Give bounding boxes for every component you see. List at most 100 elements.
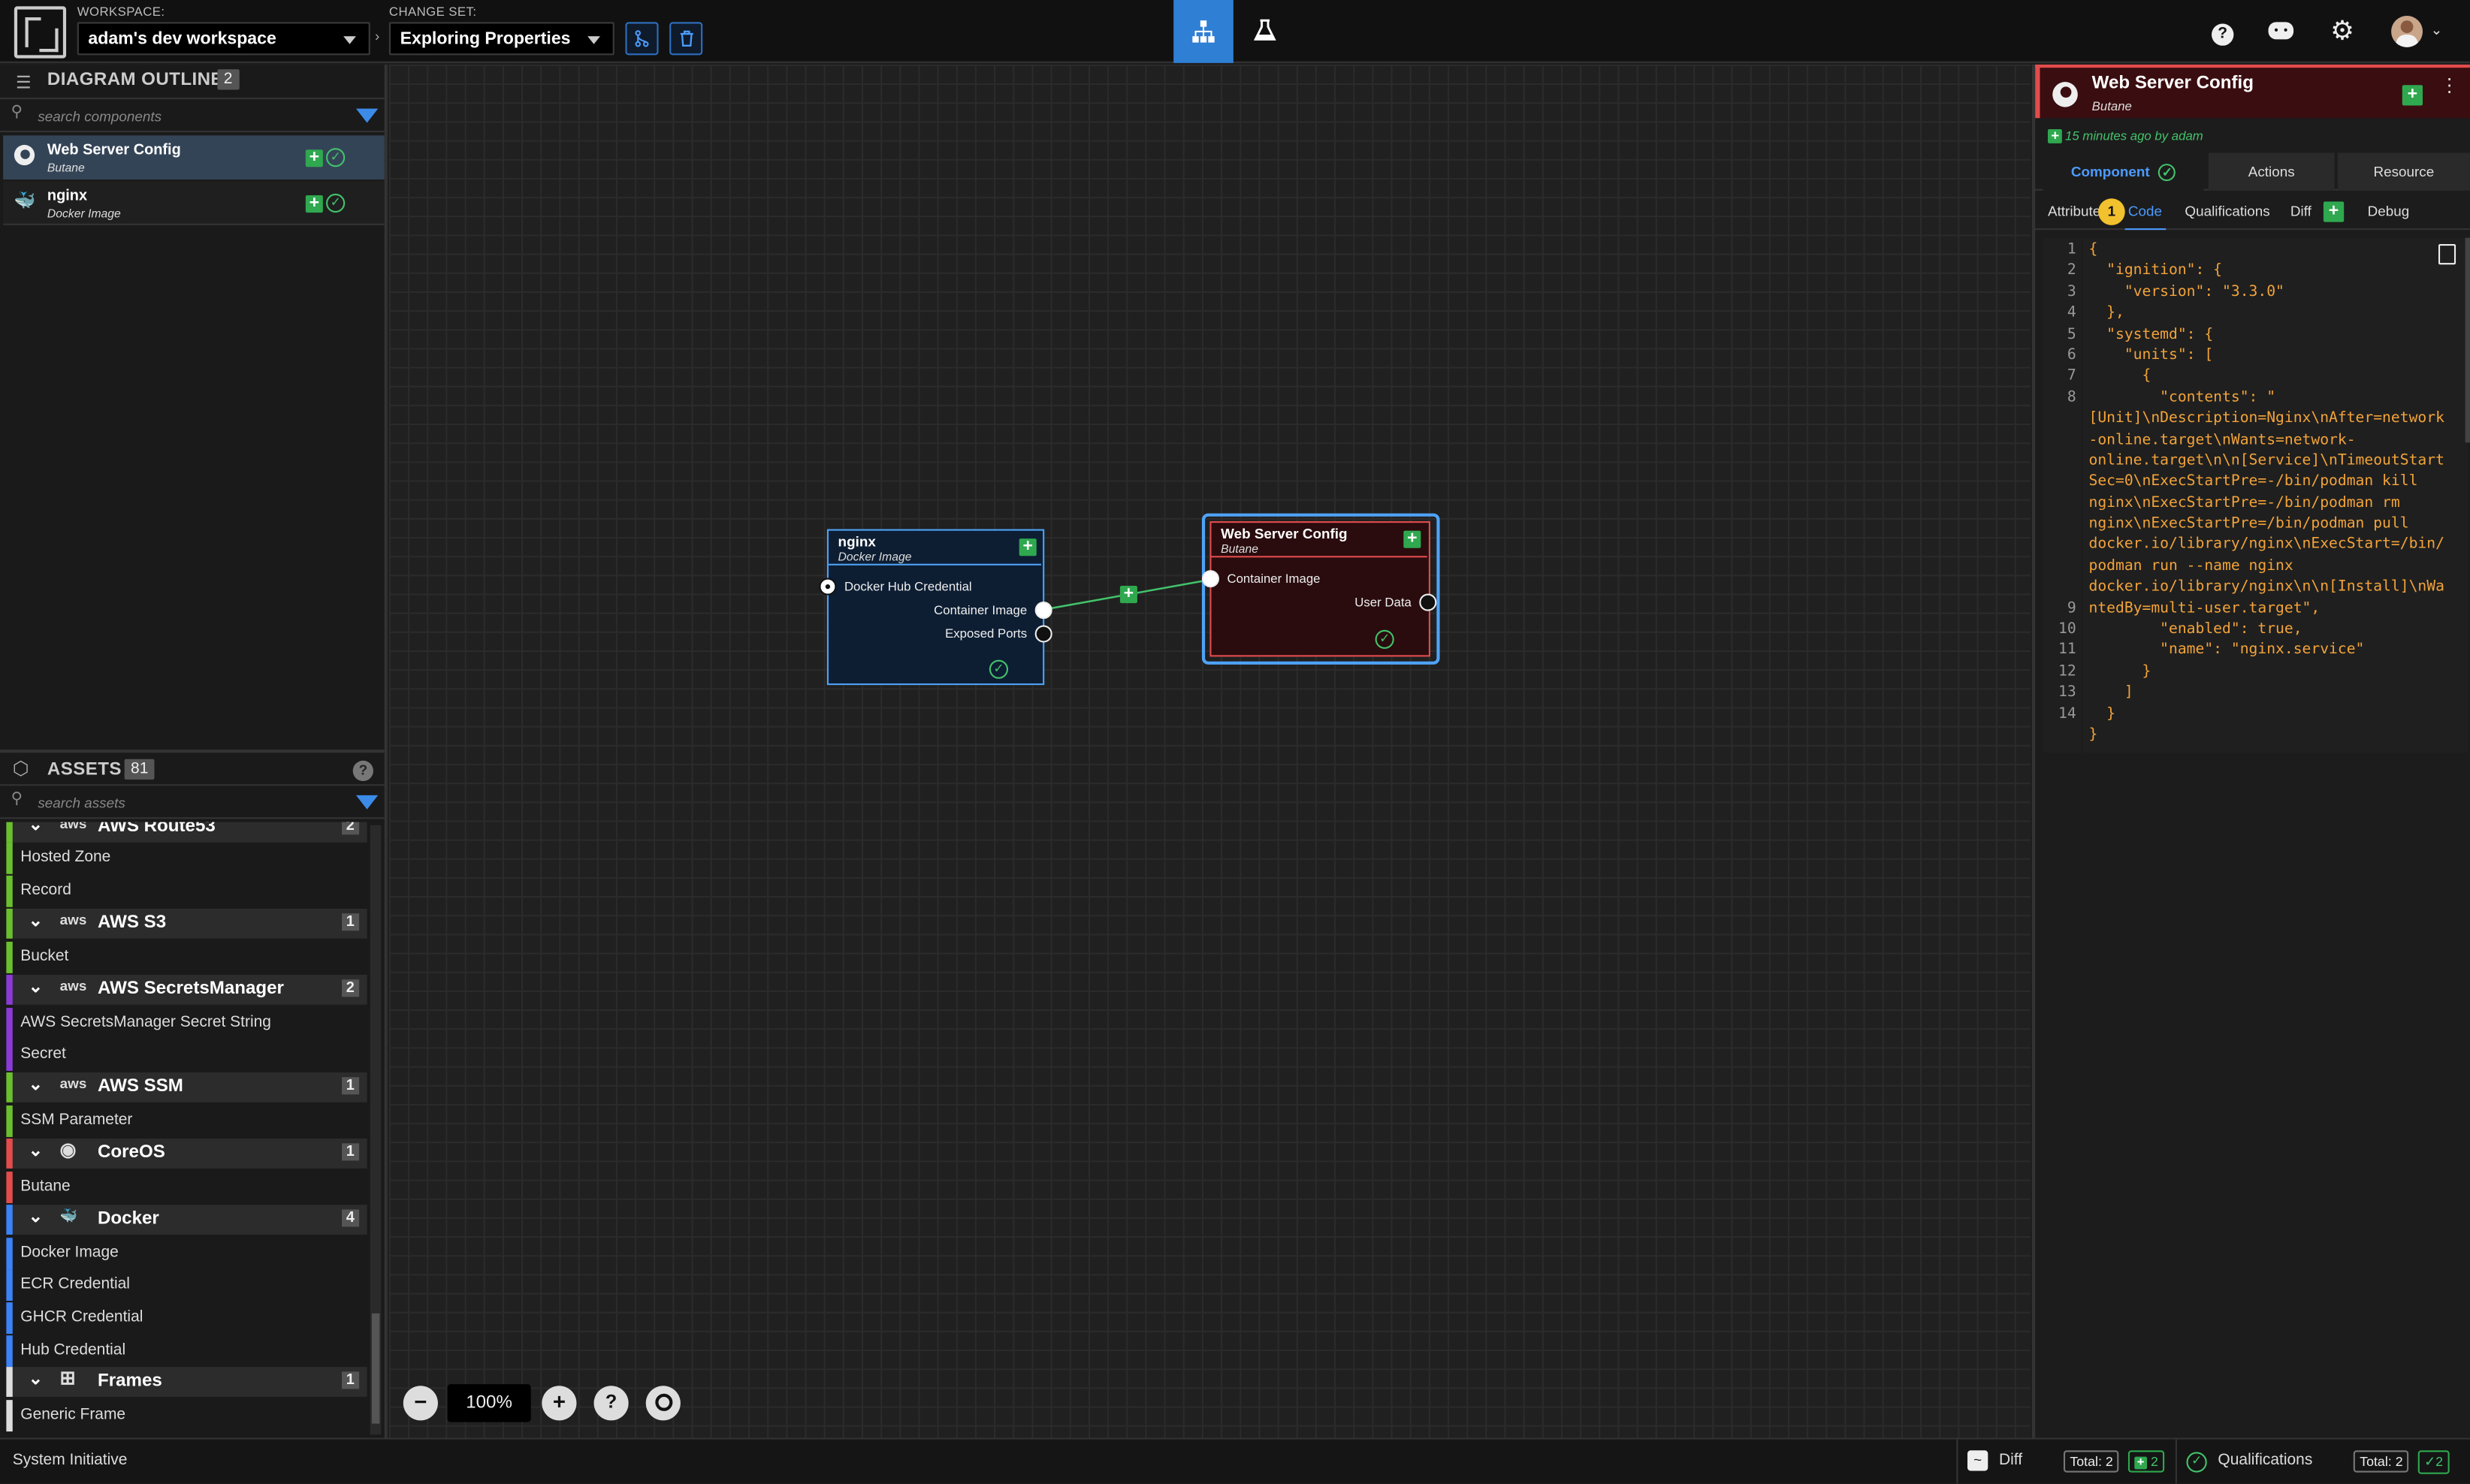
workspace-select[interactable]: adam's dev workspace: [77, 22, 370, 56]
asset-item[interactable]: Docker Image: [6, 1237, 367, 1269]
settings-button[interactable]: ⚙: [2327, 16, 2358, 47]
assets-search-input[interactable]: search assets: [38, 795, 125, 811]
tab-component[interactable]: Component ✓: [2043, 152, 2204, 191]
code-viewer[interactable]: { "ignition": { "version": "3.3.0" }, "s…: [2082, 237, 2468, 753]
line-number: 14: [2058, 704, 2076, 722]
node-nginx[interactable]: nginx Docker Image + Docker Hub Credenti…: [819, 529, 1052, 686]
asset-category-route53[interactable]: ⌄ aws AWS Route53 2: [6, 822, 367, 843]
code-line: "units": [: [2088, 346, 2214, 364]
socket-exposed-ports[interactable]: [1034, 625, 1052, 643]
zoom-in-button[interactable]: +: [542, 1386, 577, 1421]
diff-added-value: 2: [2151, 1453, 2158, 1470]
zoom-out-button[interactable]: −: [403, 1386, 438, 1421]
more-options-icon[interactable]: ⋮: [2440, 76, 2459, 95]
help-icon[interactable]: ?: [352, 760, 373, 782]
socket-user-data[interactable]: [1419, 593, 1437, 611]
line-number: 2: [2067, 261, 2076, 279]
copy-icon[interactable]: [2438, 244, 2456, 265]
diagram-canvas[interactable]: + nginx Docker Image + Docker Hub Creden…: [388, 64, 2031, 1438]
chevron-down-icon: ⌄: [28, 1075, 44, 1095]
code-line: "contents": ": [2088, 388, 2276, 406]
asset-item[interactable]: Generic Frame: [6, 1400, 367, 1432]
asset-item[interactable]: Hub Credential: [6, 1335, 367, 1367]
line-number: [2043, 472, 2076, 493]
qualifications-label[interactable]: Qualifications: [2218, 1452, 2312, 1469]
asset-category[interactable]: ⌄ aws AWS SecretsManager 2: [6, 974, 367, 1005]
help-button[interactable]: ?: [2207, 16, 2239, 47]
asset-category[interactable]: ⌄ ◉ CoreOS 1: [6, 1138, 367, 1169]
tab-actions[interactable]: Actions: [2208, 152, 2335, 191]
tab-resource[interactable]: Resource: [2337, 152, 2470, 191]
code-scrollbar[interactable]: [2465, 237, 2470, 443]
coreos-icon: [2052, 82, 2078, 107]
minimap-toggle-button[interactable]: [645, 1386, 681, 1421]
workspace-value: adam's dev workspace: [88, 29, 276, 50]
outline-search-input[interactable]: search components: [38, 109, 162, 125]
socket-container-image-in[interactable]: [1201, 570, 1220, 588]
asset-item[interactable]: GHCR Credential: [6, 1302, 367, 1334]
diff-icon: ~: [1967, 1450, 1988, 1471]
code-line: nginx\nExecStartPre=/bin/podman pull: [2088, 514, 2409, 532]
diagram-mode-icon: [1192, 20, 1215, 43]
asset-item[interactable]: Record: [6, 875, 367, 907]
code-line: online.target\n\n[Service]\nTimeoutStart: [2088, 451, 2444, 469]
diff-label[interactable]: Diff: [1999, 1452, 2022, 1469]
lab-flask-icon: [1253, 19, 1276, 41]
subtab-debug[interactable]: Debug: [2368, 204, 2410, 219]
code-line: podman run --name nginx: [2088, 557, 2293, 575]
asset-item[interactable]: AWS SecretsManager Secret String: [6, 1007, 367, 1039]
outline-search[interactable]: ⚲ search components: [0, 101, 385, 133]
category-count: 4: [341, 1208, 360, 1226]
subtab-qualifications[interactable]: Qualifications: [2185, 204, 2269, 219]
line-number: 13: [2058, 683, 2076, 701]
asset-item[interactable]: Hosted Zone: [6, 842, 367, 874]
line-number: [2043, 556, 2076, 577]
outline-item-web-server-config[interactable]: Web Server Config Butane + ✓: [3, 135, 385, 180]
code-count-badge: 1: [2098, 198, 2125, 225]
diagram-mode-button[interactable]: [1173, 0, 1233, 63]
socket-docker-hub-credential[interactable]: [819, 578, 837, 596]
filter-icon[interactable]: [355, 108, 379, 123]
user-avatar[interactable]: [2391, 15, 2423, 47]
delete-changeset-button[interactable]: [669, 22, 703, 56]
asset-item[interactable]: Bucket: [6, 941, 367, 973]
canvas-help-button[interactable]: ?: [593, 1386, 629, 1421]
line-number: [2043, 429, 2076, 450]
subtab-attributes[interactable]: Attributes: [2048, 204, 2101, 219]
asset-item[interactable]: SSM Parameter: [6, 1105, 367, 1138]
zoom-level[interactable]: 100%: [447, 1384, 531, 1422]
asset-item[interactable]: Butane: [6, 1171, 367, 1203]
assets-title: ASSETS: [47, 760, 122, 780]
asset-item[interactable]: Secret: [6, 1039, 367, 1072]
lab-mode-button[interactable]: [1235, 0, 1295, 63]
subtab-code[interactable]: Code: [2124, 204, 2166, 231]
aws-icon: aws: [59, 912, 87, 928]
socket-container-image-out[interactable]: [1034, 602, 1052, 620]
filter-icon[interactable]: [355, 795, 379, 810]
code-line: },: [2088, 304, 2124, 322]
socket-label: User Data: [1354, 595, 1412, 610]
assets-scrollbar[interactable]: [370, 825, 382, 1435]
category-name: CoreOS: [98, 1142, 165, 1163]
discord-button[interactable]: [2265, 16, 2296, 47]
asset-item[interactable]: ECR Credential: [6, 1269, 367, 1302]
changeset-select[interactable]: Exploring Properties: [388, 22, 614, 56]
node-web-server-config[interactable]: Web Server Config Butane + Container Ima…: [1201, 521, 1437, 657]
app-logo[interactable]: [14, 6, 67, 59]
merge-changeset-button[interactable]: [625, 22, 659, 56]
assets-search[interactable]: ⚲ search assets: [0, 787, 385, 819]
component-name: nginx: [47, 187, 88, 205]
chevron-down-icon[interactable]: ⌄: [2431, 22, 2443, 39]
socket-label: Exposed Ports: [945, 626, 1028, 641]
asset-category[interactable]: ⌄ aws AWS S3 1: [6, 908, 367, 939]
qualifications-total: Total: 2: [2353, 1450, 2410, 1473]
asset-category[interactable]: ⌄ 🐳 Docker 4: [6, 1204, 367, 1234]
connection-edge[interactable]: [389, 65, 2031, 1437]
code-line: {: [2088, 367, 2151, 385]
scrollbar-thumb[interactable]: [371, 1313, 380, 1424]
code-line: -online.target\nWants=network-: [2088, 430, 2356, 448]
subtab-diff[interactable]: Diff: [2290, 204, 2311, 219]
asset-category[interactable]: ⌄ ⊞ Frames 1: [6, 1367, 367, 1398]
asset-category[interactable]: ⌄ aws AWS SSM 1: [6, 1072, 367, 1103]
outline-item-nginx[interactable]: 🐳 nginx Docker Image + ✓: [3, 181, 385, 225]
